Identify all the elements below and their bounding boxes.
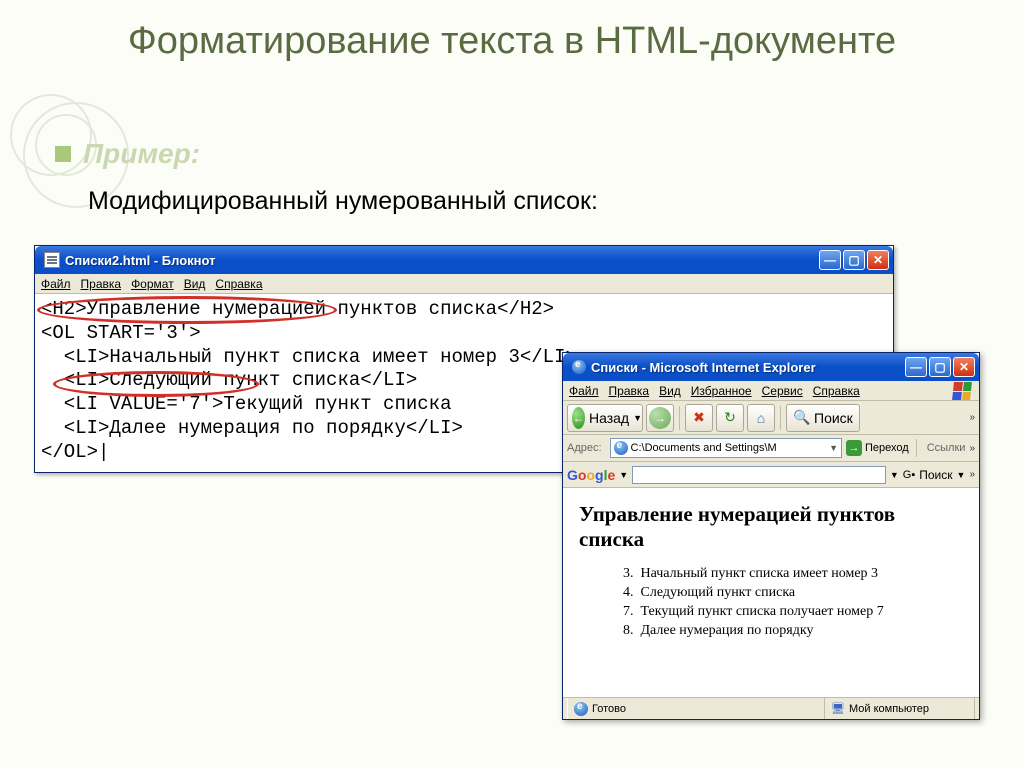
go-button[interactable]: → Переход [846, 440, 909, 456]
status-ready: Готово [567, 698, 825, 719]
google-search-icon[interactable]: G▪ [903, 469, 915, 481]
address-value: C:\Documents and Settings\М [631, 442, 777, 454]
links-label[interactable]: Ссылки [927, 442, 966, 454]
computer-icon: 🖥 [831, 702, 845, 715]
list-item: 8. Далее нумерация по порядку [623, 623, 963, 639]
minimize-button[interactable]: — [819, 250, 841, 270]
go-label: Переход [865, 442, 909, 454]
close-button[interactable]: ✕ [953, 357, 975, 377]
maximize-button[interactable]: ▢ [843, 250, 865, 270]
google-chevron-icon[interactable]: » [969, 469, 975, 480]
ie-icon [572, 360, 586, 374]
ie-titlebar[interactable]: Списки - Microsoft Internet Explorer — ▢… [563, 353, 979, 381]
menu-file[interactable]: Файл [41, 277, 71, 291]
stop-button[interactable]: ✖ [685, 404, 713, 432]
minimize-button[interactable]: — [905, 357, 927, 377]
example-label: Пример: [83, 138, 200, 170]
search-button[interactable]: 🔍 Поиск [786, 404, 860, 432]
menu-edit[interactable]: Правка [81, 277, 122, 291]
menu-format[interactable]: Формат [131, 277, 174, 291]
menu-help[interactable]: Справка [813, 384, 860, 398]
notepad-title: Списки2.html - Блокнот [65, 253, 819, 268]
ie-menubar: Файл Правка Вид Избранное Сервис Справка [563, 381, 979, 401]
list-item: 7. Текущий пункт списка получает номер 7 [623, 604, 963, 620]
search-label: Поиск [814, 410, 853, 426]
home-button[interactable]: ⌂ [747, 404, 775, 432]
windows-logo-icon [952, 382, 972, 400]
menu-view[interactable]: Вид [184, 277, 206, 291]
status-ie-icon [574, 702, 588, 716]
google-logo[interactable]: Google [567, 467, 615, 483]
back-label: Назад [589, 410, 629, 426]
red-annotation-oval-2 [53, 371, 259, 397]
page-heading: Управление нумерацией пунктов списка [579, 502, 963, 552]
bullet-square-icon [55, 146, 71, 162]
subtitle: Модифицированный нумерованный список: [88, 187, 598, 216]
maximize-button[interactable]: ▢ [929, 357, 951, 377]
refresh-button[interactable]: ↻ [716, 404, 744, 432]
ie-statusbar: Готово 🖥 Мой компьютер [563, 697, 979, 719]
ie-page-content: Управление нумерацией пунктов списка 3. … [563, 488, 979, 656]
notepad-titlebar[interactable]: Списки2.html - Блокнот — ▢ ✕ [35, 246, 893, 274]
menu-favorites[interactable]: Избранное [691, 384, 752, 398]
menu-edit[interactable]: Правка [609, 384, 650, 398]
google-search-label[interactable]: Поиск [919, 468, 952, 482]
status-zone: 🖥 Мой компьютер [825, 698, 975, 719]
menu-tools[interactable]: Сервис [762, 384, 803, 398]
close-button[interactable]: ✕ [867, 250, 889, 270]
ie-title: Списки - Microsoft Internet Explorer [591, 360, 905, 375]
ie-window: Списки - Microsoft Internet Explorer — ▢… [562, 352, 980, 720]
google-toolbar: Google ▼ ▼ G▪ Поиск ▼ » [563, 462, 979, 488]
list-item: 4. Следующий пункт списка [623, 585, 963, 601]
ie-address-toolbar: Адрес: C:\Documents and Settings\М ▼ → П… [563, 435, 979, 462]
menu-view[interactable]: Вид [659, 384, 681, 398]
list-item: 3. Начальный пункт списка имеет номер 3 [623, 566, 963, 582]
ordered-list: 3. Начальный пункт списка имеет номер 3 … [579, 566, 963, 639]
back-button[interactable]: ← Назад ▼ [567, 404, 643, 432]
slide-title: Форматирование текста в HTML-документе [0, 0, 1024, 64]
address-label: Адрес: [567, 442, 602, 454]
toolbar-chevron-icon[interactable]: » [969, 412, 975, 423]
notepad-menubar: Файл Правка Формат Вид Справка [35, 274, 893, 294]
links-chevron-icon[interactable]: » [969, 443, 975, 454]
page-icon [614, 441, 628, 455]
red-annotation-oval-1 [37, 296, 337, 324]
menu-help[interactable]: Справка [215, 277, 262, 291]
forward-button[interactable]: → [646, 404, 674, 432]
google-search-input[interactable] [632, 466, 886, 484]
example-bullet: Пример: [55, 138, 200, 170]
menu-file[interactable]: Файл [569, 384, 599, 398]
address-input[interactable]: C:\Documents and Settings\М ▼ [610, 438, 842, 458]
document-icon [44, 252, 60, 268]
ie-nav-toolbar: ← Назад ▼ → ✖ ↻ ⌂ 🔍 Поиск » [563, 401, 979, 435]
